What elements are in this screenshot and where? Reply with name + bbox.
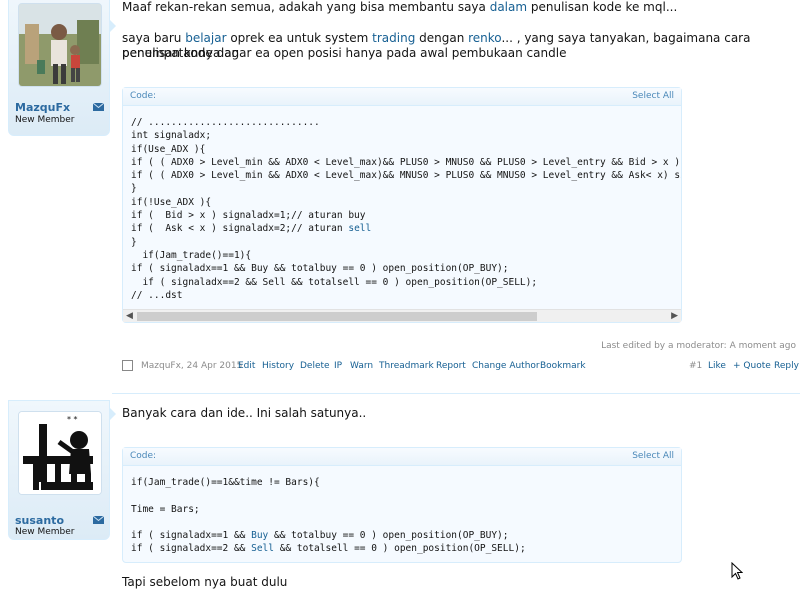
code-line: if(Jam_trade()==1&&time != Bars){ [131,477,320,488]
code-line: && totalsell == 0 ) open_position(OP_SEL… [274,543,526,555]
code-block-header: Code: Select All [123,448,681,466]
user-title: New Member [15,527,75,537]
post-meta[interactable]: MazquFx, 24 Apr 2015 [141,361,242,371]
message-user-info: * * susanto New Member [8,400,110,540]
message-text-line: Maaf rekan-rekan semua, adakah yang bisa… [122,0,792,15]
username[interactable]: MazquFx [15,101,70,114]
code-block-header: Code: Select All [123,88,681,106]
username[interactable]: susanto [15,514,64,527]
message-text: dengan [415,31,469,45]
select-all-link[interactable]: Select All [632,91,674,101]
message-arrow [110,408,116,420]
inline-link-belajar[interactable]: belajar [185,31,226,45]
report-link[interactable]: Report [436,361,466,371]
edited-note: Last edited by a moderator: A moment ago [601,341,796,351]
code-line: if ( signaladx==2 && Sell && totalsell =… [131,276,538,288]
quote-link[interactable]: + Quote [733,361,771,371]
code-line: if ( signaladx==1 && Buy && totalbuy == … [131,263,509,275]
horizontal-scrollbar[interactable]: ◀ ▶ [123,309,681,322]
mail-icon[interactable] [93,103,104,111]
message-text-line: Banyak cara dan ide.. Ini salah satunya.… [122,406,367,420]
threadmark-link[interactable]: Threadmark [379,361,434,371]
edited-time[interactable]: A moment ago [730,341,796,351]
code-block: Code: Select All if(Jam_trade()==1&&time… [122,447,682,563]
code-keyword-link[interactable]: Buy [251,530,268,541]
code-line: if ( ( ADX0 > Level_min && ADX0 < Level_… [131,156,681,168]
message-user-info: MazquFx New Member [8,0,110,136]
code-label: Code: [130,451,157,461]
code-line: if ( signaladx==2 && [131,543,252,555]
message-arrow [110,20,116,32]
code-label: Code: [130,91,157,101]
scrollbar-thumb[interactable] [137,312,537,321]
code-content[interactable]: // .............................. int sig… [123,106,681,306]
code-line: } [131,236,137,248]
ip-link[interactable]: IP [334,361,342,371]
change-author-link[interactable]: Change Author [472,361,540,371]
scroll-left-icon[interactable]: ◀ [126,311,133,321]
post-2: * * susanto New Member Banyak cara dan i… [0,396,800,598]
reply-link[interactable]: Reply [774,361,799,371]
code-keyword-link[interactable]: Sell [251,543,274,554]
like-link[interactable]: Like [708,361,726,371]
scroll-right-icon[interactable]: ▶ [671,311,678,321]
edited-label: Last edited by a moderator: [601,341,730,351]
edit-link[interactable]: Edit [238,361,255,371]
code-line: if ( ( ADX0 > Level_min && ADX0 < Level_… [131,170,681,182]
checkbox-icon[interactable] [122,360,133,371]
inline-link-renko[interactable]: renko [468,31,501,45]
post-divider [112,393,800,394]
avatar-photo [19,4,101,86]
code-line: if ( Ask < x ) signaladx=2;// aturan sel… [131,223,372,235]
svg-text:* *: * * [67,415,78,424]
message-controls: MazquFx, 24 Apr 2015 Edit History Delete… [122,360,800,374]
message-text-line: penempatannya agar ea open posisi hanya … [122,46,567,60]
code-line: // .............................. [131,117,320,128]
message-text: oprek ea untuk system [226,31,373,45]
code-line: int signaladx; [131,130,212,142]
bookmark-link[interactable]: Bookmark [540,361,586,371]
inline-link-dalam[interactable]: dalam [490,0,527,14]
mouse-pointer-icon [731,562,743,580]
post-1: MazquFx New Member Maaf rekan-rekan semu… [0,0,800,380]
code-line: if(!Use_ADX ){ [131,196,212,208]
avatar-chair-figure: * * [19,412,101,494]
code-line: if ( signaladx==1 && [131,530,252,542]
user-title: New Member [15,115,75,125]
code-line: if ( Bid > x ) signaladx=1;// aturan buy [131,210,366,222]
code-line: Time = Bars; [131,503,200,515]
code-line: // ...dst [131,289,183,301]
post-number[interactable]: #1 [689,361,702,371]
avatar[interactable]: * * [18,411,102,495]
history-link[interactable]: History [262,361,294,371]
code-line: } [131,183,137,195]
code-line: if(Jam_trade()==1){ [131,249,252,261]
message-text: Maaf rekan-rekan semua, adakah yang bisa… [122,0,490,14]
message-text: penulisan kode ke mql... [527,0,678,14]
code-line: && totalbuy == 0 ) open_position(OP_BUY)… [268,530,509,542]
avatar[interactable] [18,3,102,87]
message-text-line: Tapi sebelom nya buat dulu [122,575,288,589]
code-keyword-link[interactable]: sell [348,223,371,234]
delete-link[interactable]: Delete [300,361,330,371]
code-block: Code: Select All // ....................… [122,87,682,323]
mail-icon[interactable] [93,516,104,524]
select-all-link[interactable]: Select All [632,451,674,461]
inline-link-trading[interactable]: trading [372,31,415,45]
code-content[interactable]: if(Jam_trade()==1&&time != Bars){ Time =… [123,466,681,560]
warn-link[interactable]: Warn [350,361,373,371]
message-text: saya baru [122,31,186,45]
code-line: if(Use_ADX ){ [131,143,206,155]
